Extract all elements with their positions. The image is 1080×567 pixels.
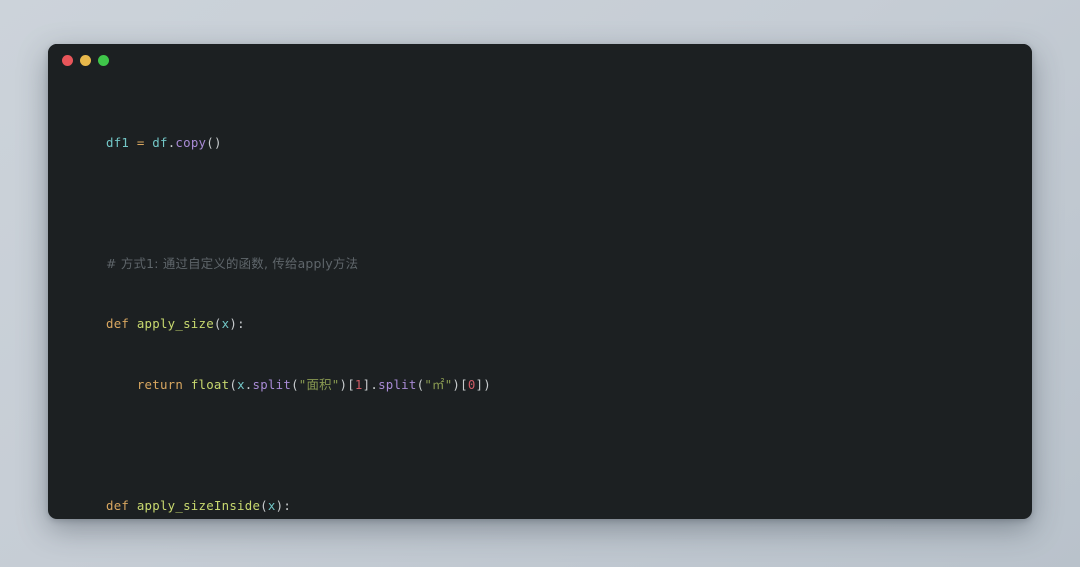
close-button-icon[interactable] — [62, 54, 73, 66]
code-line: return float(x.split("面积")[1].split("㎡")… — [136, 376, 491, 392]
code-line: df1 = df.copy() — [106, 135, 222, 151]
maximize-button-icon[interactable] — [98, 54, 109, 66]
code-line: def apply_sizeInside(x): — [106, 497, 292, 513]
code-content[interactable]: df1 = df.copy() # 方式1: 通过自定义的函数, 传给apply… — [48, 76, 1032, 519]
code-line: # 方式1: 通过自定义的函数, 传给apply方法 — [106, 256, 359, 272]
minimize-button-icon[interactable] — [80, 54, 91, 66]
window-titlebar — [48, 44, 1032, 76]
code-editor-window: df1 = df.copy() # 方式1: 通过自定义的函数, 传给apply… — [48, 44, 1032, 519]
code-line: def apply_size(x): — [106, 316, 245, 332]
